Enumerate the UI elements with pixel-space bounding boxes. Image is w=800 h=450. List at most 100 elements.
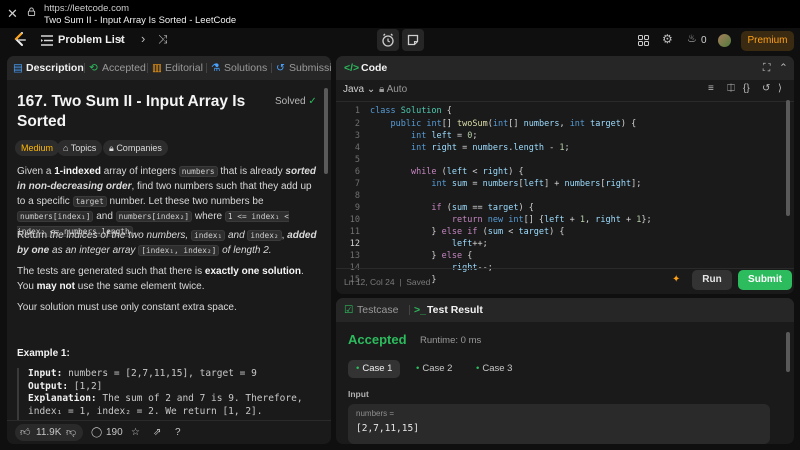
line-number: 4	[354, 143, 360, 153]
case-tab-3[interactable]: • Case 3	[468, 360, 520, 378]
editor-divider	[336, 268, 794, 269]
tab-separator	[84, 63, 85, 73]
url-text[interactable]: https://leetcode.com	[44, 3, 129, 14]
result-scrollbar[interactable]	[786, 332, 790, 372]
editorial-book-icon: ▥	[152, 62, 162, 74]
problem-list-link[interactable]: Problem List	[58, 34, 125, 46]
premium-button[interactable]: Premium	[741, 31, 794, 51]
page-title: Two Sum II - Input Array Is Sorted - Lee…	[44, 15, 237, 26]
terminal-icon: >_	[414, 304, 426, 316]
tab-submissions[interactable]: ↺Submissio	[276, 62, 331, 74]
debug-icon[interactable]: ✦	[672, 274, 680, 285]
solved-status: Solved ✓	[275, 96, 317, 107]
top-nav: Problem List ‹ › ⤨ ⚙ ♨ 0 Premium	[0, 28, 800, 54]
thumbs-up-icon[interactable]: 👍︎	[20, 426, 30, 438]
code-line: while (left < right) {	[410, 167, 524, 177]
code-line: class Solution {	[370, 106, 452, 116]
tab-testcase[interactable]: ☑ Testcase	[344, 304, 398, 316]
code-line: if (sum == target) {	[431, 203, 534, 213]
tag-icon: ⌂	[63, 143, 69, 153]
code-tabs: </> Code ⛶ ⌃	[336, 56, 794, 80]
space-statement: Your solution must use only constant ext…	[17, 302, 237, 313]
description-tabs: ▤ Description ⟲ Accepted ▥ Editorial ⚗ Solut…	[7, 56, 331, 80]
notes-button[interactable]	[402, 29, 424, 51]
description-doc-icon: ▤	[13, 62, 23, 74]
code-toolbar: Java ⌄ 🔒︎ Auto ≡ ⎅ {} ↺ ⟩	[336, 80, 794, 102]
lock-icon: 🔒︎	[379, 84, 385, 95]
code-line: } else if (sum < target) {	[370, 227, 565, 237]
settings-bracket-icon[interactable]: ⟩	[778, 83, 782, 94]
problem-list-icon[interactable]	[41, 35, 53, 46]
star-icon[interactable]: ☆	[131, 427, 140, 438]
code-line: return new int[] {left + 1, right + 1};	[451, 215, 652, 225]
tab-separator	[409, 305, 410, 315]
reset-icon[interactable]: ↺	[762, 83, 770, 94]
code-scrollbar[interactable]	[786, 100, 790, 216]
share-icon[interactable]: ⇗	[153, 427, 161, 438]
line-number: 3	[354, 131, 360, 141]
shuffle-icon[interactable]: ⤨	[158, 32, 168, 47]
case-tab-2[interactable]: • Case 2	[408, 360, 460, 378]
companies-chip[interactable]: 🔒︎ Companies	[103, 140, 168, 156]
submissions-history-icon: ↺	[276, 62, 285, 74]
tab-code[interactable]: </> Code	[344, 62, 387, 74]
lock-icon	[27, 7, 36, 16]
line-number: 10	[349, 215, 360, 225]
code-line: } else {	[370, 251, 473, 261]
variable-name: numbers =	[356, 409, 395, 418]
line-number: 13	[349, 251, 360, 261]
line-number: 2	[354, 119, 360, 129]
variable-value: [2,7,11,15]	[356, 423, 419, 434]
run-button[interactable]: Run	[692, 270, 732, 290]
code-line: public int[] twoSum(int[] numbers, int t…	[390, 119, 637, 129]
auto-mode-toggle[interactable]: 🔒︎ Auto	[379, 84, 407, 95]
tab-accepted[interactable]: ⟲ Accepted	[89, 62, 146, 74]
code-line: int sum = numbers[left] + numbers[right]…	[431, 179, 642, 189]
bookmark-icon[interactable]: ⎅	[727, 83, 735, 94]
settings-gear-icon[interactable]: ⚙	[662, 32, 673, 46]
line-number: 8	[354, 191, 360, 201]
code-editor[interactable]: 1 class Solution { 2 public int[] twoSum…	[336, 102, 778, 294]
fire-streak-icon[interactable]: ♨	[687, 32, 697, 45]
code-line: int left = 0;	[410, 131, 478, 141]
prev-problem-icon[interactable]: ‹	[119, 31, 123, 46]
layout-grid-icon[interactable]	[638, 35, 649, 46]
tab-editorial[interactable]: ▥ Editorial	[152, 62, 203, 74]
code-line: int right = numbers.length - 1;	[410, 143, 570, 153]
line-number: 9	[354, 203, 360, 213]
format-icon[interactable]: ≡	[708, 83, 714, 94]
line-number: 7	[354, 179, 360, 189]
submit-button[interactable]: Submit	[738, 270, 792, 290]
check-circle-icon: ✓	[308, 96, 317, 107]
leetcode-logo-icon[interactable]	[12, 31, 28, 49]
case-tab-1[interactable]: • Case 1	[348, 360, 401, 378]
tab-solutions[interactable]: ⚗ Solutions	[211, 62, 267, 74]
tab-test-result[interactable]: >_Test Result	[414, 304, 483, 316]
difficulty-badge[interactable]: Medium	[15, 140, 60, 156]
thumbs-down-icon[interactable]: 👎︎	[66, 426, 76, 438]
verdict: Accepted	[348, 332, 407, 347]
braces-icon[interactable]: {}	[743, 83, 750, 94]
like-group: 👍︎ 11.9K 👎︎	[15, 424, 83, 441]
expand-icon[interactable]: ⛶	[763, 62, 770, 75]
lock-icon: 🔒︎	[109, 143, 114, 153]
topics-chip[interactable]: ⌂ Topics	[57, 140, 103, 156]
line-number: 5	[354, 155, 360, 165]
alarm-icon	[382, 33, 394, 47]
next-problem-icon[interactable]: ›	[141, 31, 145, 46]
chevron-up-icon[interactable]: ⌃	[779, 62, 788, 74]
note-icon	[407, 34, 419, 46]
timer-button[interactable]	[377, 29, 399, 51]
input-variable-box: numbers = [2,7,11,15]	[348, 404, 770, 444]
chevron-down-icon: ⌄	[366, 84, 376, 95]
tab-description[interactable]: ▤ Description	[13, 62, 84, 74]
help-icon[interactable]: ?	[175, 427, 181, 438]
comment-icon[interactable]: ◯	[91, 427, 102, 438]
close-icon[interactable]: ✕	[7, 6, 18, 22]
avatar[interactable]	[718, 34, 731, 47]
tab-separator	[147, 63, 148, 73]
description-scrollbar[interactable]	[324, 88, 328, 174]
line-number: 12	[349, 239, 360, 249]
language-select[interactable]: Java ⌄	[343, 84, 375, 95]
example-title: Example 1:	[17, 348, 70, 359]
